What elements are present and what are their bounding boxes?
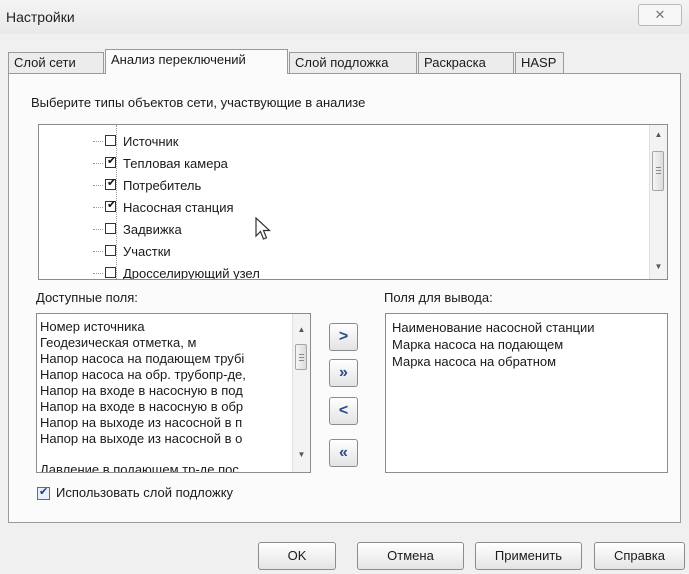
cancel-button[interactable]: Отмена [357, 542, 464, 570]
window-title: Настройки [6, 9, 75, 25]
scroll-thumb[interactable] [295, 344, 307, 370]
chevron-right-icon: > [338, 328, 349, 345]
close-button[interactable]: ✕ [638, 4, 682, 26]
use-underlay-label[interactable]: Использовать слой подложку [56, 485, 233, 500]
tab-underlay-layer[interactable]: Слой подложка [289, 52, 417, 73]
list-item[interactable]: Напор на выходе из насосной в п [40, 415, 242, 430]
checkbox-sections[interactable] [105, 245, 116, 256]
list-item[interactable]: Марка насоса на подающем [392, 337, 563, 352]
tab-switch-analysis[interactable]: Анализ переключений [105, 49, 288, 74]
object-types-tree[interactable]: Источник ✔ Тепловая камера ✔ Потребитель… [38, 124, 668, 280]
output-fields-label: Поля для вывода: [384, 290, 493, 305]
add-field-button[interactable]: > [329, 323, 358, 351]
help-button[interactable]: Справка [594, 542, 685, 570]
object-types-prompt: Выберите типы объектов сети, участвующие… [31, 95, 366, 110]
scroll-thumb[interactable] [652, 151, 664, 191]
list-item[interactable]: Марка насоса на обратном [392, 354, 556, 369]
checkbox-heat-chamber[interactable]: ✔ [105, 155, 117, 168]
tab-network-layer[interactable]: Слой сети [8, 52, 104, 73]
list-item[interactable]: Геодезическая отметка, м [40, 335, 196, 350]
check-icon: ✔ [39, 486, 49, 498]
check-icon: ✔ [107, 199, 117, 211]
ok-button[interactable]: OK [258, 542, 336, 570]
list-item[interactable]: Наименование насосной станции [392, 320, 594, 335]
double-chevron-left-icon: « [339, 444, 348, 461]
available-fields-label: Доступные поля: [36, 290, 138, 305]
object-types-scrollbar[interactable]: ▲ ▼ [649, 125, 667, 279]
checkbox-throttle-node[interactable] [105, 267, 116, 278]
chevron-left-icon: < [338, 402, 349, 419]
output-fields-list[interactable]: Наименование насосной станции Марка насо… [385, 313, 668, 473]
checkbox-source[interactable] [105, 135, 116, 146]
available-fields-list[interactable]: Номер источника Геодезическая отметка, м… [36, 313, 311, 473]
title-bar: Настройки ✕ [0, 0, 689, 34]
use-underlay-checkbox[interactable]: ✔ [37, 486, 50, 500]
scroll-up-icon[interactable]: ▲ [650, 127, 667, 143]
add-all-fields-button[interactable]: » [329, 359, 358, 387]
close-icon: ✕ [654, 7, 666, 22]
checkbox-valve[interactable] [105, 223, 116, 234]
mouse-cursor-icon [255, 217, 272, 240]
checkbox-consumer[interactable]: ✔ [105, 177, 117, 190]
tab-hasp[interactable]: HASP [515, 52, 564, 73]
check-icon: ✔ [107, 155, 117, 167]
scroll-up-icon[interactable]: ▲ [293, 322, 310, 338]
list-item[interactable]: Напор на входе в насосную в обр [40, 399, 243, 414]
check-icon: ✔ [107, 177, 117, 189]
list-item[interactable]: Напор на выходе из насосной в о [40, 431, 242, 446]
scroll-down-icon[interactable]: ▼ [293, 447, 310, 463]
remove-all-fields-button[interactable]: « [329, 439, 358, 467]
scroll-down-icon[interactable]: ▼ [650, 259, 667, 275]
list-item[interactable]: Напор насоса на подающем трубі [40, 351, 244, 366]
available-fields-scrollbar[interactable]: ▲ ▼ [292, 314, 310, 472]
remove-field-button[interactable]: < [329, 397, 358, 425]
list-item[interactable]: Напор на входе в насосную в под [40, 383, 243, 398]
checkbox-pump-station[interactable]: ✔ [105, 199, 117, 212]
list-item[interactable]: Давление в подающем тр-де пос [40, 462, 239, 472]
tab-coloring[interactable]: Раскраска [418, 52, 514, 73]
apply-button[interactable]: Применить [475, 542, 582, 570]
double-chevron-right-icon: » [339, 364, 348, 381]
list-item[interactable]: Номер источника [40, 319, 145, 334]
list-item[interactable]: Напор насоса на обр. трубопр-де, [40, 367, 246, 382]
